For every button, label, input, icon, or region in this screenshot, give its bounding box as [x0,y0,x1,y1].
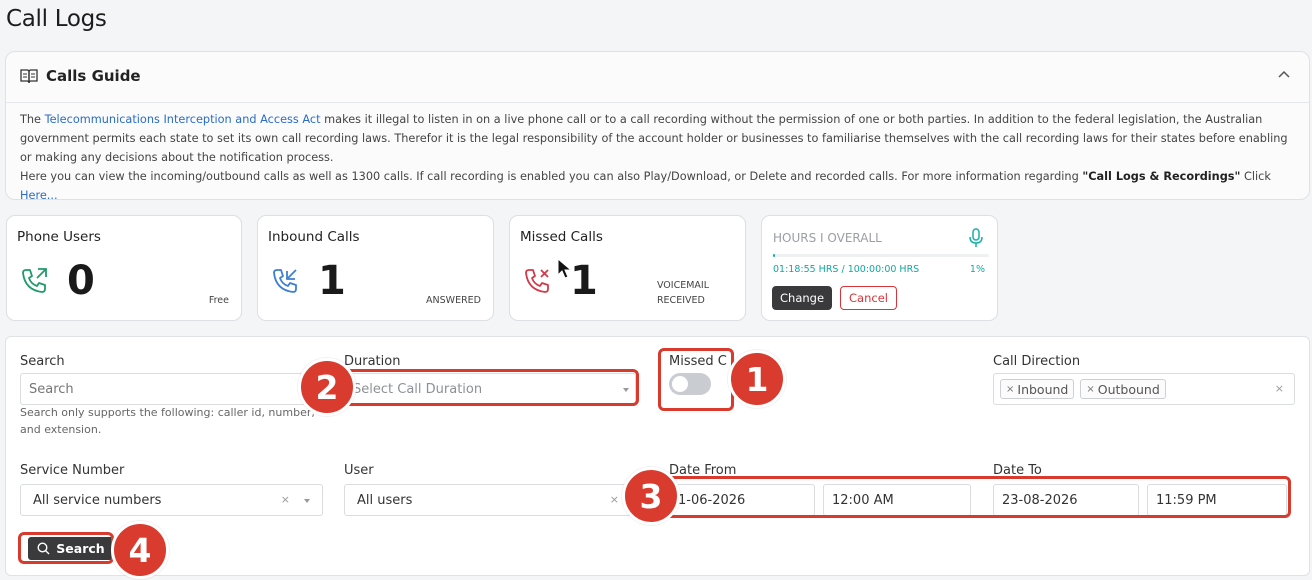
guide-text-segment: Here you can view the incoming/outbound … [20,170,1083,183]
chevron-up-icon[interactable] [1277,68,1291,80]
change-button[interactable]: Change [772,286,833,310]
inbound-calls-card: Inbound Calls 1 ANSWERED [257,215,494,321]
highlight-missed-toggle [658,348,734,411]
annotation-badge-3: 3 [622,467,680,525]
guide-title: Calls Guide [46,67,141,85]
remove-tag-icon[interactable]: × [1006,384,1014,395]
highlight-search-button [18,532,114,564]
direction-tag-inbound[interactable]: × Inbound [1000,379,1075,399]
service-number-value: All service numbers [33,492,162,508]
highlight-date-range [664,476,1291,518]
guide-bold-text: "Call Logs & Recordings" [1082,170,1241,183]
card-title: Inbound Calls [268,229,360,245]
here-link[interactable]: Here... [20,189,58,202]
inbound-calls-count: 1 [318,258,346,304]
user-label: User [344,463,374,478]
call-direction-select[interactable]: × Inbound × Outbound × [993,373,1295,405]
hours-title: HOURS I OVERALL [773,231,882,245]
call-direction-label: Call Direction [993,354,1081,369]
missed-calls-count: 1 [570,258,598,304]
guide-text-segment: Click [1240,170,1271,183]
hours-progress-bar [773,254,989,257]
phone-outgoing-icon [22,268,47,293]
search-help-text: Search only supports the following: call… [20,406,315,436]
annotation-badge-4: 4 [111,521,169,579]
user-select[interactable]: All users × [344,484,636,516]
voicemail-label: VOICEMAIL [656,280,709,291]
phone-users-card: Phone Users 0 Free [6,215,242,321]
service-number-select[interactable]: All service numbers × [20,484,323,516]
card-title: Phone Users [17,229,101,245]
received-label: RECEIVED [656,295,705,306]
direction-tag-outbound[interactable]: × Outbound [1080,379,1166,399]
guide-text-segment: The [20,113,45,126]
search-label: Search [20,354,65,369]
act-link[interactable]: Telecommunications Interception and Acce… [45,113,321,126]
guide-divider [6,102,1309,103]
clear-icon[interactable]: × [610,493,619,506]
cancel-button[interactable]: Cancel [840,286,897,310]
highlight-duration [341,369,639,406]
guide-header[interactable]: Calls Guide [20,67,141,85]
hours-progress-fill [773,254,776,257]
clear-icon[interactable]: × [281,493,290,506]
calls-guide-panel: Calls Guide The Telecommunications Inter… [5,51,1310,202]
missed-calls-card: Missed Calls 1 VOICEMAIL RECEIVED [509,215,746,321]
tag-label: Outbound [1097,381,1160,397]
book-icon [20,69,38,84]
remove-tag-icon[interactable]: × [1086,384,1094,395]
page-title: Call Logs [6,6,107,32]
guide-text: The Telecommunications Interception and … [20,110,1300,205]
hours-card: HOURS I OVERALL 01:18:55 HRS / 100:00:00… [761,215,998,321]
user-value: All users [357,492,413,508]
search-input[interactable] [20,373,316,405]
phone-incoming-icon [273,269,297,293]
hours-usage: 01:18:55 HRS / 100:00:00 HRS [773,264,920,275]
tag-label: Inbound [1017,381,1069,397]
annotation-badge-1: 1 [728,350,786,408]
hours-percent: 1% [969,264,985,275]
card-subtext: VOICEMAIL RECEIVED [657,278,709,308]
card-subtext: Free [208,295,229,306]
chevron-down-icon [304,499,310,503]
phone-users-count: 0 [67,258,95,304]
service-number-label: Service Number [20,463,125,478]
annotation-badge-2: 2 [298,358,356,416]
clear-icon[interactable]: × [1275,382,1284,395]
microphone-icon [969,228,983,247]
card-subtext: ANSWERED [426,295,481,306]
duration-label: Duration [344,354,401,369]
card-title: Missed Calls [520,229,603,245]
phone-missed-icon [525,269,549,293]
mouse-cursor-icon [557,258,573,279]
